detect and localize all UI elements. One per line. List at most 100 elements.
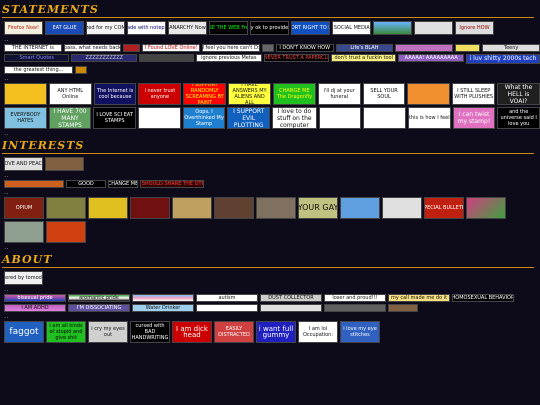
stamp-yellow[interactable] xyxy=(454,44,481,52)
stamp-dust-collector[interactable]: DUST COLLECTOR xyxy=(260,294,322,302)
stamp-darkred[interactable] xyxy=(130,197,170,219)
stamp-feel-you[interactable]: I feel you here can't D: xyxy=(202,44,260,52)
stamp-occupation[interactable]: I am lol Occupation: xyxy=(298,321,338,343)
stamp-life[interactable]: Life's BLAH xyxy=(335,44,394,52)
stamp-cry[interactable]: i cry my eyes out xyxy=(88,321,128,343)
stamp-special-bulletin[interactable]: SPECIAL BULLETIN xyxy=(424,197,464,219)
stamp-olive[interactable] xyxy=(46,197,86,219)
stamp-zzz[interactable]: ZZZZZZZZZZZ xyxy=(71,54,137,62)
stamp-anarchy[interactable]: ANARCHY Now xyxy=(168,21,207,35)
stamp-powered-by[interactable]: powered by tomodachi xyxy=(4,271,43,285)
stamp-universe[interactable]: and the universe said I love you xyxy=(497,107,540,129)
stamp-white-1[interactable] xyxy=(196,304,258,312)
stamp-your-gay[interactable]: YOUR GAY xyxy=(298,197,338,219)
stamp-twist[interactable]: I can twist my stamp! xyxy=(452,107,496,129)
stamp-dj-funeral[interactable]: i'll dj at your funeral xyxy=(317,83,361,105)
stamp-share[interactable]: WE SHOULD SHARE THE OTHER xyxy=(140,180,204,188)
stamp-teeny[interactable]: Teeny xyxy=(482,44,540,52)
stamp-2000s-tech[interactable]: i luv shitty 2000s tech xyxy=(465,54,540,64)
stamp-change-me[interactable]: CHANGE ME xyxy=(108,180,138,188)
stamp-yellow-stamp[interactable] xyxy=(4,83,47,105)
stamp-tan[interactable] xyxy=(172,197,212,219)
stamp-autism[interactable]: autism xyxy=(196,294,258,302)
stamp-brown[interactable] xyxy=(45,157,84,171)
stamp-gold[interactable] xyxy=(88,197,128,219)
stamp-html[interactable]: it's naturally ok to provide your HTML xyxy=(250,21,289,35)
stamp-greatest[interactable]: the greatest thing... xyxy=(4,66,73,74)
stamp-smart-quotes[interactable]: Smart Quotes xyxy=(4,54,70,62)
stamp-eye-stitches[interactable]: i love my eye stitches xyxy=(340,321,380,343)
stamp-evil-plotting[interactable]: I SUPPORT EVIL PLOTTING xyxy=(227,107,271,129)
stamp-orange-bar[interactable] xyxy=(4,180,64,188)
stamp-aliens[interactable]: I HAVE ANSWERS MY ALIENS AND ALL xyxy=(228,83,271,105)
stamp-bisexual[interactable]: bisexual pride xyxy=(4,294,66,302)
stamp-dragonfly[interactable]: CHANGE ME The Dragonfly xyxy=(272,83,316,105)
stamp-windows-xp[interactable] xyxy=(373,21,412,35)
stamp-any-html[interactable]: ANY HTML Online xyxy=(48,83,92,105)
stamp-brown-1[interactable] xyxy=(388,304,418,312)
stamp-found-love[interactable]: I Found LOVE Online! xyxy=(142,44,201,52)
stamp-never-trust[interactable]: i never trust anyone xyxy=(138,83,182,105)
stamp-love-computer[interactable]: I love to do stuff on the computer xyxy=(272,107,317,129)
stamp-dick-head[interactable]: I am dick head xyxy=(172,321,212,343)
stamp-everybody[interactable]: EVERYBODY HATES xyxy=(4,107,47,129)
stamp-handwriting[interactable]: cursed with BAD HANDWRITING xyxy=(130,321,170,343)
stamp-optimized[interactable]: Optimized for my COMPUTER xyxy=(86,21,125,35)
stamp-sell-soul[interactable]: SELL YOUR SOUL xyxy=(362,83,406,105)
stamp-white[interactable] xyxy=(363,107,406,129)
stamp-portrait[interactable] xyxy=(214,197,254,219)
stamp-stupid[interactable]: i am all kinds of stupid and give shit xyxy=(46,321,86,343)
stamp-pattern[interactable] xyxy=(466,197,506,219)
stamp-randomly-screaming[interactable]: I SUPPORT RANDOMLY SCREAMING BY PAINT xyxy=(183,83,227,105)
stamp-faggot[interactable]: faggot xyxy=(4,321,44,343)
stamp-notepad[interactable]: made with notepad xyxy=(127,21,166,35)
stamp-dark-1[interactable] xyxy=(324,304,386,312)
stamp-red[interactable] xyxy=(123,44,141,52)
stamp-art[interactable] xyxy=(138,107,181,129)
stamp-right-repair[interactable]: I SUPPORT RIGHT TO REPAIR xyxy=(291,21,330,35)
stamp-water[interactable]: Water Drinker xyxy=(132,304,194,312)
stamp-aromantic[interactable]: aromantic pride xyxy=(68,294,130,302)
stamp-eat-glue[interactable]: EAT GLUE xyxy=(45,21,84,35)
stamp-cat[interactable] xyxy=(382,197,422,219)
stamp-pink[interactable] xyxy=(395,44,453,52)
stamp-firefox[interactable]: Firefox Now! xyxy=(4,21,43,35)
stamp-mini[interactable] xyxy=(75,66,87,74)
stamp-homosexual[interactable]: HOMOSEXUAL BEHAVIOR xyxy=(452,294,514,302)
stamp-xbox[interactable] xyxy=(4,221,44,243)
stamp-plushies[interactable]: I STILL SLEEP WITH PLUSHIES xyxy=(452,83,496,105)
stamp-aaaa[interactable]: AAAAA! AAAAAAAAA xyxy=(398,54,464,62)
stamp-grey-1[interactable] xyxy=(260,304,322,312)
stamp-grey-mini[interactable] xyxy=(261,44,274,52)
stamp-dark[interactable] xyxy=(138,54,195,62)
stamp-call-made[interactable]: my call made me do it xyxy=(388,294,450,302)
stamp-anime[interactable] xyxy=(318,107,362,129)
stamp-full-gummy[interactable]: i want full gummy xyxy=(256,321,296,343)
stamp-easily-distracted[interactable]: EASILY DISTRACTED xyxy=(214,321,254,343)
stamp-dissociating[interactable]: I'M DISSOCIATING xyxy=(68,304,130,312)
stamp-how-i-feel[interactable]: this is how I feel xyxy=(407,107,451,129)
stamp-pixel[interactable] xyxy=(340,197,380,219)
stamp-dont-trust[interactable]: don't trust a fuckin tool xyxy=(331,54,397,62)
stamp-700-stamps[interactable]: I HAVE 700 MANY STAMPS xyxy=(48,107,92,129)
stamp-good[interactable]: GOOD xyxy=(66,180,106,188)
stamp-love-peace[interactable]: LOVE AND PEACE xyxy=(4,157,43,171)
stamp-dont-know[interactable]: I DON'T KNOW HOW xyxy=(275,44,334,52)
stamp-loser-proud[interactable]: loser and proud!!! xyxy=(324,294,386,302)
stamp-sci-eat[interactable]: I LOVE SCI EAT STAMPS xyxy=(93,107,137,129)
stamp-ignore[interactable]: Ignore HOW xyxy=(455,21,494,35)
stamp-figures[interactable] xyxy=(256,197,296,219)
stamp-the-internet[interactable]: THE INTERNET is xyxy=(4,44,62,52)
stamp-use-web[interactable]: USE THE WEB Free xyxy=(209,21,248,35)
stamp-orange[interactable] xyxy=(407,83,451,105)
stamp-overthinked[interactable]: Oops, I Overthinked My Stamp xyxy=(182,107,226,129)
stamp-stop-social[interactable]: STOP SOCIAL MEDIA NOW xyxy=(332,21,371,35)
stamp-internet-cool[interactable]: The Internet is cool because xyxy=(93,83,137,105)
stamp-opium[interactable]: OPIUM xyxy=(4,197,44,219)
stamp-orange-art[interactable] xyxy=(46,221,86,243)
stamp-grey[interactable] xyxy=(414,21,453,35)
stamp-adhd[interactable]: I AM ADHD xyxy=(4,304,66,312)
stamp-paperclip[interactable]: I NEVER TRUST A PAPERCLIP xyxy=(263,54,329,62)
stamp-bypass[interactable]: bypass, what needs backup xyxy=(63,44,122,52)
stamp-voai[interactable]: What the HELL is VOAI? xyxy=(497,83,540,105)
